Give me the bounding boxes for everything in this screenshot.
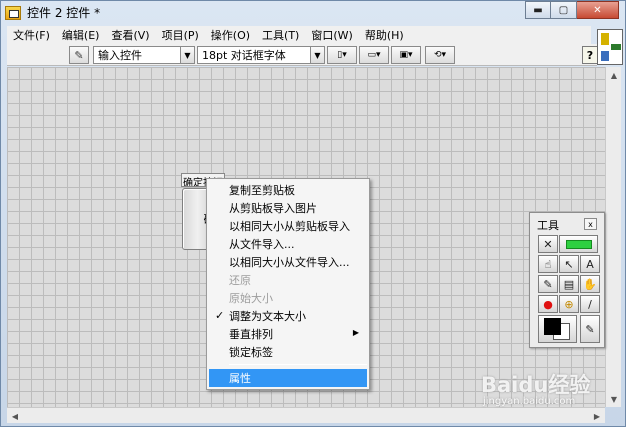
horizontal-scrollbar[interactable]: ◀ ▶ — [7, 407, 605, 423]
menu-item-copy-to-clipboard[interactable]: 复制至剪贴板 — [209, 181, 367, 199]
close-icon[interactable]: x — [584, 218, 597, 230]
scroll-window-tool-icon[interactable]: ✋ — [580, 275, 600, 293]
breakpoint-tool-icon[interactable]: ● — [538, 295, 558, 313]
control-type-select[interactable]: 输入控件 ▼ — [93, 46, 195, 64]
menu-item-revert: 还原 — [209, 271, 367, 289]
menu-tools[interactable]: 工具(T) — [256, 27, 305, 43]
get-color-tool-icon[interactable]: / — [580, 295, 600, 313]
toolbar: ✎ 输入控件 ▼ 18pt 对话框字体 ▼ ▯▾ ▭▾ ▣▾ ⟲▾ ? — [7, 44, 598, 66]
connector-terminal — [601, 33, 609, 45]
menu-help[interactable]: 帮助(H) — [359, 27, 410, 43]
menu-item-original-size: 原始大小 — [209, 289, 367, 307]
automatic-tool-icon[interactable]: ✕ — [538, 235, 558, 253]
labview-front-panel-window: 控件 2 控件 * ▬ ▢ ✕ 文件(F) 编辑(E) 查看(V) 项目(P) … — [0, 0, 626, 427]
connector-pane-icon[interactable] — [597, 29, 623, 65]
connector-terminal — [611, 44, 621, 50]
menu-item-lock-label[interactable]: 锁定标签 — [209, 343, 367, 361]
window-title: 控件 2 控件 * — [27, 6, 101, 20]
menu-item-properties[interactable]: 属性 — [209, 369, 367, 387]
foreground-color-swatch — [544, 318, 561, 335]
title-bar[interactable]: 控件 2 控件 * ▬ ▢ ✕ — [1, 1, 625, 24]
context-menu: 复制至剪贴板 从剪贴板导入图片 以相同大小从剪贴板导入 从文件导入... 以相同… — [206, 178, 370, 390]
menu-item-label: 锁定标签 — [229, 346, 273, 359]
scroll-up-icon[interactable]: ▲ — [606, 67, 622, 83]
vertical-scrollbar[interactable]: ▲ ▼ — [605, 67, 621, 407]
menu-operate[interactable]: 操作(O) — [205, 27, 256, 43]
probe-data-tool-icon[interactable]: ⊕ — [559, 295, 579, 313]
reorder-icon[interactable]: ⟲▾ — [425, 46, 455, 64]
menu-bar: 文件(F) 编辑(E) 查看(V) 项目(P) 操作(O) 工具(T) 窗口(W… — [7, 26, 591, 44]
menu-item-label: 原始大小 — [229, 292, 273, 305]
maximize-button[interactable]: ▢ — [551, 1, 577, 19]
menu-item-label: 以相同大小从文件导入... — [229, 256, 350, 269]
submenu-arrow-icon: ▶ — [352, 328, 359, 337]
help-icon[interactable]: ? — [582, 46, 598, 64]
menu-item-label: 复制至剪贴板 — [229, 184, 295, 197]
chevron-down-icon: ▼ — [310, 47, 324, 63]
position-select-tool-icon[interactable]: ↖ — [559, 255, 579, 273]
menu-item-label: 从文件导入... — [229, 238, 295, 251]
tools-palette-title: 工具 — [537, 219, 559, 232]
minimize-button[interactable]: ▬ — [525, 1, 551, 19]
menu-item-import-from-file[interactable]: 从文件导入... — [209, 235, 367, 253]
menu-item-label: 垂直排列 — [229, 328, 273, 341]
connector-terminal — [601, 51, 609, 61]
menu-item-label: 从剪贴板导入图片 — [229, 202, 317, 215]
object-shortcut-menu-tool-icon[interactable]: ▤ — [559, 275, 579, 293]
menu-window[interactable]: 窗口(W) — [305, 27, 358, 43]
tools-palette: 工具 x ✕ ☝ ↖ A ✎ ▤ ✋ ● ⊕ / ✎ — [529, 212, 605, 348]
connect-wire-tool-icon[interactable]: ✎ — [538, 275, 558, 293]
menu-item-label: 以相同大小从剪贴板导入 — [229, 220, 350, 233]
edit-text-tool-icon[interactable]: A — [580, 255, 600, 273]
scroll-down-icon[interactable]: ▼ — [606, 391, 622, 407]
breakpoint-icon: ● — [543, 297, 553, 311]
vi-icon[interactable] — [5, 5, 21, 20]
paintbrush-icon[interactable]: ✎ — [580, 315, 600, 343]
menu-item-label: 调整为文本大小 — [229, 310, 306, 323]
font-select[interactable]: 18pt 对话框字体 ▼ — [197, 46, 325, 64]
menu-item-label: 还原 — [229, 274, 251, 287]
menu-item-import-same-size-from-clipboard[interactable]: 以相同大小从剪贴板导入 — [209, 217, 367, 235]
auto-tool-indicator[interactable] — [559, 235, 598, 253]
check-icon: ✓ — [215, 309, 225, 322]
menu-view[interactable]: 查看(V) — [105, 27, 155, 43]
menu-file[interactable]: 文件(F) — [7, 27, 56, 43]
menu-item-import-picture-from-clipboard[interactable]: 从剪贴板导入图片 — [209, 199, 367, 217]
menu-project[interactable]: 项目(P) — [156, 27, 205, 43]
probe-icon: ⊕ — [564, 297, 574, 311]
pencil-icon[interactable]: ✎ — [69, 46, 89, 64]
menu-item-vertical-arrangement[interactable]: 垂直排列 ▶ — [209, 325, 367, 343]
close-button[interactable]: ✕ — [577, 1, 619, 19]
operate-value-tool-icon[interactable]: ☝ — [538, 255, 558, 273]
caption-buttons: ▬ ▢ ✕ — [525, 1, 619, 19]
scroll-left-icon[interactable]: ◀ — [7, 408, 23, 424]
menu-edit[interactable]: 编辑(E) — [56, 27, 106, 43]
set-color-tool-icon[interactable] — [538, 315, 577, 343]
resize-objects-icon[interactable]: ▣▾ — [391, 46, 421, 64]
chevron-down-icon: ▼ — [180, 47, 194, 63]
font-value: 18pt 对话框字体 — [202, 49, 286, 62]
menu-separator — [229, 364, 367, 365]
menu-item-import-same-size-from-file[interactable]: 以相同大小从文件导入... — [209, 253, 367, 271]
distribute-objects-icon[interactable]: ▭▾ — [359, 46, 389, 64]
menu-item-size-to-text[interactable]: ✓ 调整为文本大小 — [209, 307, 367, 325]
control-type-value: 输入控件 — [98, 49, 142, 62]
indicator-light-icon — [565, 239, 592, 249]
align-objects-icon[interactable]: ▯▾ — [327, 46, 357, 64]
menu-item-label: 属性 — [229, 372, 251, 385]
scroll-right-icon[interactable]: ▶ — [589, 408, 605, 424]
